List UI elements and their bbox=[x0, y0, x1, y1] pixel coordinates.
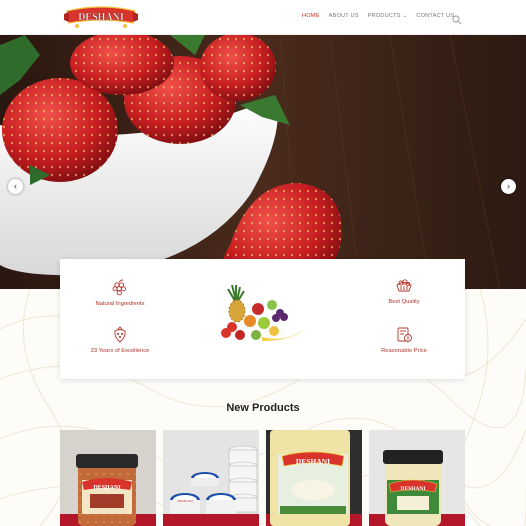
chevron-down-icon: ⌄ bbox=[402, 13, 408, 19]
product-card-3[interactable]: DESHANI bbox=[266, 430, 362, 526]
nav-products[interactable]: PRODUCTS ⌄ bbox=[368, 13, 408, 19]
product-image: DESHANI bbox=[369, 430, 465, 526]
search-icon[interactable] bbox=[452, 12, 462, 25]
feature-label: Reasonable Price bbox=[381, 348, 427, 354]
new-products-title: New Products bbox=[226, 402, 300, 414]
product-image: DESHANI bbox=[163, 430, 259, 526]
fruit-basket-icon bbox=[396, 279, 412, 292]
svg-text:DESHANI: DESHANI bbox=[177, 499, 193, 503]
product-card-1[interactable]: DESHANI bbox=[60, 430, 156, 526]
slider-prev-button[interactable]: ‹ bbox=[8, 179, 23, 194]
nav-home[interactable]: HOME bbox=[302, 13, 320, 19]
chevron-left-icon: ‹ bbox=[14, 181, 17, 191]
hero-slider: ‹ › bbox=[0, 35, 526, 289]
price-tag-icon bbox=[397, 327, 412, 342]
product-image: DESHANI bbox=[266, 430, 362, 526]
nav-products-label: PRODUCTS bbox=[367, 13, 401, 19]
berry-badge-icon bbox=[114, 326, 126, 343]
svg-text:DESHANI: DESHANI bbox=[93, 485, 121, 491]
hero-strawberries-image bbox=[0, 35, 526, 289]
features-card: Natural Ingredients Best Quality 23 Year… bbox=[60, 259, 465, 379]
nav-about-us[interactable]: ABOUT US bbox=[329, 13, 359, 19]
svg-text:DESHANI: DESHANI bbox=[400, 486, 425, 492]
feature-best-quality: Best Quality bbox=[349, 277, 459, 305]
svg-text:DESHANI: DESHANI bbox=[78, 12, 124, 23]
grapes-icon bbox=[112, 279, 126, 296]
product-image: DESHANI bbox=[60, 430, 156, 526]
feature-natural-ingredients: Natural Ingredients bbox=[65, 279, 175, 307]
feature-label: Best Quality bbox=[388, 299, 420, 305]
feature-23-years: 23 Years of Excellence bbox=[65, 326, 175, 354]
deshani-logo[interactable]: DESHANI bbox=[63, 3, 139, 30]
nav-contact-us[interactable]: CONTACT US bbox=[416, 13, 454, 19]
fruit-assortment-image bbox=[221, 284, 304, 341]
feature-reasonable-price: Reasonable Price bbox=[349, 326, 459, 354]
product-card-4[interactable]: DESHANI bbox=[369, 430, 465, 526]
product-card-2[interactable]: DESHANI bbox=[163, 430, 259, 526]
chevron-right-icon: › bbox=[507, 181, 510, 191]
svg-text:DESHANI: DESHANI bbox=[296, 457, 330, 466]
site-header: DESHANI HOME ABOUT US PRODUCTS ⌄ CONTACT… bbox=[0, 0, 526, 35]
main-nav: HOME ABOUT US PRODUCTS ⌄ CONTACT US bbox=[302, 13, 463, 19]
feature-label: Natural Ingredients bbox=[95, 301, 145, 307]
feature-label: 23 Years of Excellence bbox=[90, 348, 150, 354]
slider-next-button[interactable]: › bbox=[501, 179, 516, 194]
